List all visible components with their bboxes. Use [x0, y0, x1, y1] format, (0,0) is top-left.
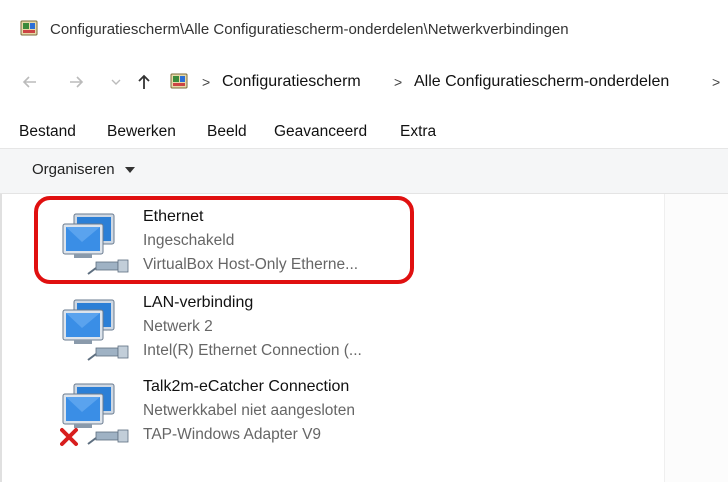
highlight-annotation: [34, 196, 414, 284]
chevron-right-icon: >: [394, 74, 403, 90]
divider: [0, 194, 2, 482]
menu-item-file[interactable]: Bestand: [19, 123, 76, 141]
chevron-down-icon: [124, 166, 135, 173]
connection-status: Netwerk 2: [143, 318, 213, 335]
organise-label: Organiseren: [32, 161, 115, 178]
control-panel-icon: [170, 72, 190, 92]
forward-arrow-icon[interactable]: [64, 70, 88, 94]
up-arrow-icon[interactable]: [132, 70, 156, 94]
connection-status: Netwerkkabel niet aangesloten: [143, 402, 355, 419]
menu-item-edit[interactable]: Bewerken: [107, 123, 176, 141]
menu-item-extra[interactable]: Extra: [400, 123, 436, 141]
connection-name: LAN-verbinding: [143, 294, 254, 311]
error-x-icon: [60, 428, 78, 446]
title-bar: Configuratiescherm\Alle Configuratiesche…: [0, 0, 728, 62]
control-panel-icon: [20, 19, 40, 39]
breadcrumb-item[interactable]: Alle Configuratiescherm-onderdelen: [414, 73, 669, 91]
details-pane: [664, 194, 728, 482]
menu-item-advanced[interactable]: Geavanceerd: [274, 123, 367, 141]
connection-adapter: TAP-Windows Adapter V9: [143, 426, 322, 443]
connection-adapter: Intel(R) Ethernet Connection (...: [143, 342, 362, 359]
chevron-right-icon: >: [712, 74, 721, 90]
connection-name: Talk2m-eCatcher Connection: [143, 378, 350, 395]
breadcrumb-item[interactable]: Configuratiescherm: [222, 73, 361, 91]
window-title: Configuratiescherm\Alle Configuratiesche…: [50, 21, 569, 38]
menu-item-view[interactable]: Beeld: [207, 123, 247, 141]
command-bar: Organiseren: [0, 149, 728, 194]
chevron-down-icon[interactable]: [104, 70, 128, 94]
network-adapter-icon: [60, 382, 136, 452]
back-arrow-icon[interactable]: [18, 70, 42, 94]
connection-item-lan[interactable]: LAN-verbinding Netwerk 2 Intel(R) Ethern…: [60, 294, 420, 374]
organise-button[interactable]: Organiseren: [32, 161, 135, 178]
connection-item-talk2m[interactable]: Talk2m-eCatcher Connection Netwerkkabel …: [60, 378, 420, 458]
address-bar: > Configuratiescherm > Alle Configuratie…: [0, 62, 728, 106]
menu-bar: Bestand Bewerken Beeld Geavanceerd Extra: [0, 118, 728, 148]
network-adapter-icon: [60, 298, 136, 368]
chevron-right-icon: >: [202, 74, 211, 90]
